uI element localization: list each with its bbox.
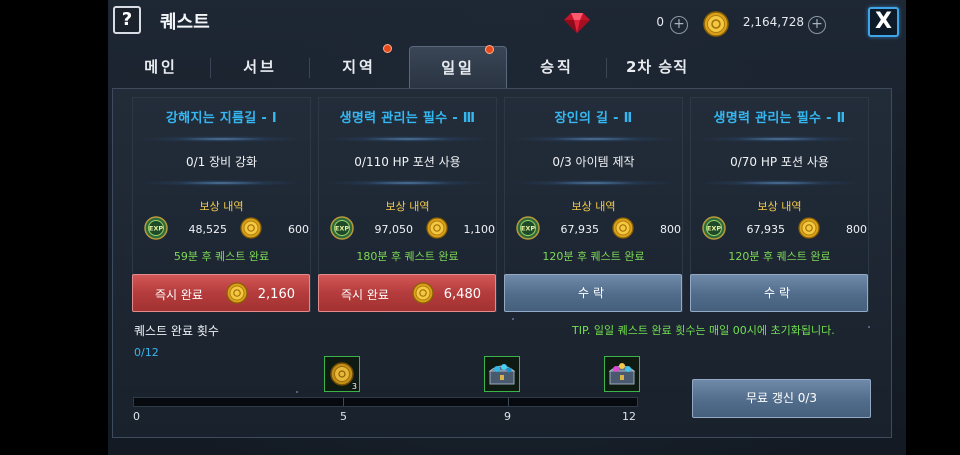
svg-text:EXP: EXP [335,225,349,233]
quest-title: 강해지는 지름길 - Ⅰ [165,111,278,126]
progress-tick [508,398,509,406]
progress-label-9: 9 [504,410,511,423]
progress-title: 퀘스트 완료 횟수 [134,324,219,338]
exp-reward-value: 97,050 [374,223,414,236]
exp-reward-value: 67,935 [746,223,786,236]
gold-coin-icon [703,11,729,37]
reward-label: 보상 내역 [757,200,802,213]
svg-text:EXP: EXP [521,225,535,233]
notification-dot [485,45,494,54]
tab-promotion[interactable]: 승직 [508,46,606,88]
gold-count: 2,164,728 [742,15,804,29]
gold-coin-icon [612,217,634,239]
gold-coin-icon [240,217,262,239]
gold-reward-value: 600 [288,223,309,236]
progress-tick [343,398,344,406]
completion-time: 180분 후 퀘스트 완료 [356,250,459,263]
tab-label: 지역 [342,58,376,76]
background-star [868,326,870,328]
tab-label: 서브 [243,58,277,76]
exp-reward-value: 67,935 [560,223,600,236]
gold-reward-value: 800 [660,223,681,236]
gold-coin-icon [798,217,820,239]
gold-coin-icon [412,282,434,304]
reward-label: 보상 내역 [385,200,430,213]
instant-complete-cost: 2,160 [257,287,295,302]
tab-region[interactable]: 지역 [310,44,408,88]
divider-glow [515,136,672,142]
progress-label-start: 0 [133,410,140,423]
gold-reward-value: 1,100 [463,223,496,236]
divider-glow [329,136,486,142]
completion-time: 120분 후 퀘스트 완료 [728,250,831,263]
divider-glow [515,180,672,186]
tip-text: TIP. 일일 퀘스트 완료 횟수는 매일 00시에 초기화됩니다. [572,324,835,337]
progress-label-5: 5 [340,410,347,423]
background-star [296,391,298,393]
divider-glow [143,136,300,142]
tab-label: 2차 승직 [625,58,689,76]
progress-count: 0/12 [134,346,159,359]
gold-coin-icon [226,282,248,304]
exp-icon: EXP [144,216,168,240]
close-button[interactable]: X [868,7,899,37]
exp-icon: EXP [702,216,726,240]
gold-reward-value: 800 [846,223,867,236]
free-refresh-button[interactable]: 무료 갱신 0/3 [692,379,871,418]
milestone-reward-12[interactable] [604,356,640,392]
quest-title: 생명력 관리는 필수 - Ⅲ [339,111,476,126]
purple-treasure-chest-icon [608,363,636,385]
page-title: 퀘스트 [160,12,210,33]
reward-label: 보상 내역 [571,200,616,213]
help-button[interactable]: ? [113,6,141,34]
gem-count: 0 [656,15,664,29]
completion-time: 59분 후 퀘스트 완료 [173,250,270,263]
instant-complete-button[interactable]: 즉시 완료 6,480 [318,274,496,312]
exp-icon: EXP [516,216,540,240]
instant-complete-cost: 6,480 [443,287,481,302]
add-gem-button[interactable]: + [670,16,688,34]
ruby-gem-icon [564,13,590,33]
notification-dot [383,44,392,53]
blue-treasure-chest-icon [488,364,516,385]
tab-second-promotion[interactable]: 2차 승직 [607,46,707,88]
quest-task: 0/70 HP 포션 사용 [730,155,829,169]
exp-icon: EXP [330,216,354,240]
progress-label-12: 12 [622,410,636,423]
instant-complete-button[interactable]: 즉시 완료 2,160 [132,274,310,312]
quest-title: 장인의 길 - Ⅱ [554,111,633,126]
quest-task: 0/1 장비 강화 [185,155,258,169]
quest-task: 0/110 HP 포션 사용 [354,155,461,169]
divider-glow [701,136,858,142]
exp-reward-value: 48,525 [188,223,228,236]
divider-glow [701,180,858,186]
button-label: 즉시 완료 [155,288,203,302]
button-label: 즉시 완료 [341,288,389,302]
quest-title: 생명력 관리는 필수 - Ⅱ [713,111,846,126]
quest-task: 0/3 아이템 제작 [552,155,635,169]
completion-time: 120분 후 퀘스트 완료 [542,250,645,263]
svg-text:EXP: EXP [707,225,721,233]
divider-glow [143,180,300,186]
milestone-reward-5[interactable]: 3 [324,356,360,392]
tab-label: 일일 [441,59,475,77]
tab-main[interactable]: 메인 [112,46,210,88]
accept-quest-button[interactable]: 수락 [504,274,682,312]
reward-quantity-badge: 3 [351,382,357,391]
tab-label: 승직 [540,58,574,76]
accept-quest-button[interactable]: 수락 [690,274,868,312]
divider-glow [329,180,486,186]
svg-text:EXP: EXP [149,225,163,233]
reward-label: 보상 내역 [199,200,244,213]
gold-coin-icon [426,217,448,239]
background-star [512,318,514,320]
add-gold-button[interactable]: + [808,16,826,34]
tab-sub[interactable]: 서브 [211,46,309,88]
tab-daily[interactable]: 일일 [409,45,507,88]
milestone-reward-9[interactable] [484,356,520,392]
progress-bar [133,397,638,407]
tab-label: 메인 [144,58,178,76]
